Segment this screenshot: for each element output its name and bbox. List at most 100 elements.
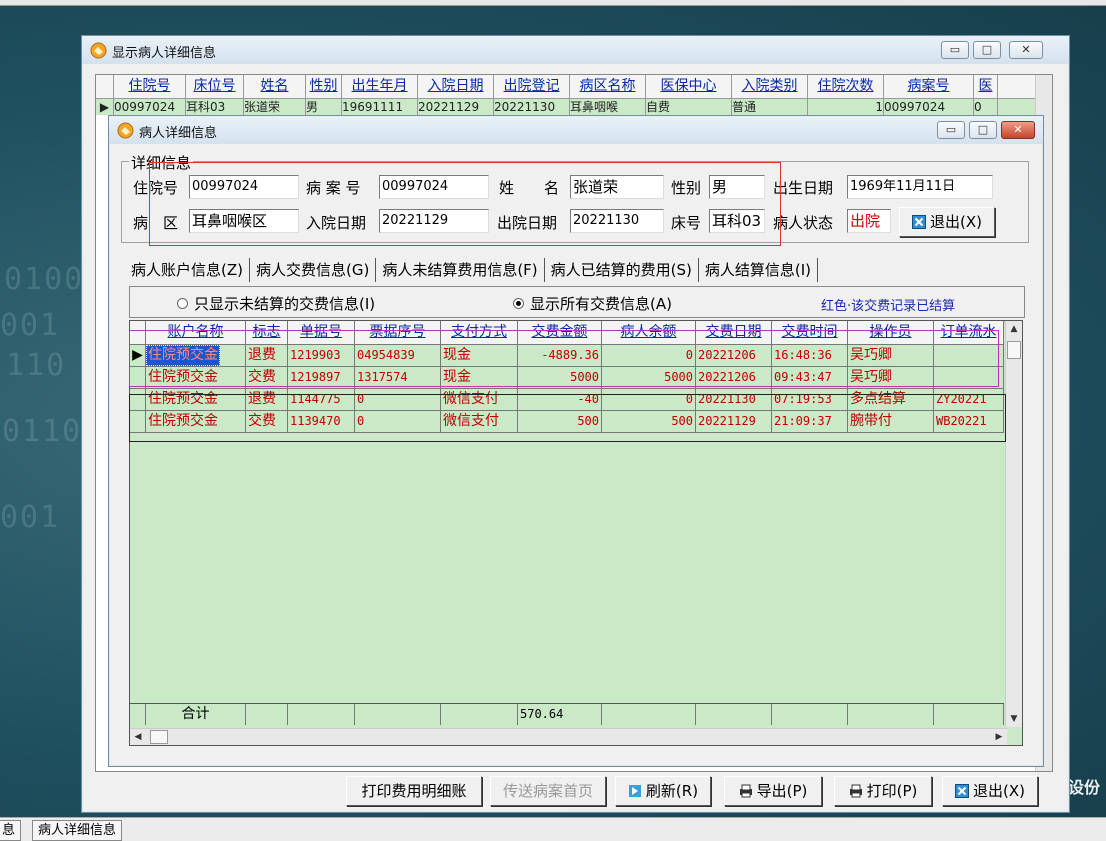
column-header[interactable]: 入院类别 [732,75,808,98]
send-case-button[interactable]: 传送病案首页 [490,776,606,806]
app-icon [90,42,107,59]
scroll-left-icon[interactable]: ◀ [130,729,146,745]
payment-grid-hscroll[interactable]: ◀ ▶ [130,728,1007,745]
maximize-button[interactable]: □ [973,41,1001,59]
top-window-edge [0,0,1106,6]
column-header[interactable]: 支付方式 [441,321,518,344]
radio-unsettled-only[interactable]: 只显示未结算的交费信息(I) [177,293,375,314]
column-header[interactable]: 出生年月 [342,75,418,98]
scroll-thumb[interactable] [1007,341,1021,359]
tab-account-info[interactable]: 病人账户信息(Z) [125,258,250,282]
column-header[interactable]: 入院日期 [418,75,494,98]
minimize-button[interactable]: ▭ [937,121,965,139]
ward-label: 病 区 [133,214,179,232]
scroll-down-icon[interactable]: ▼ [1006,711,1022,727]
scroll-up-icon[interactable]: ▲ [1006,321,1022,337]
inpatient-no-field[interactable]: 00997024 [189,175,299,199]
exit-button[interactable]: 退出(X) [942,776,1038,806]
tab-settlement-info[interactable]: 病人结算信息(I) [699,258,819,282]
column-header[interactable]: 交费金额 [518,321,602,344]
column-header[interactable]: 标志 [246,321,288,344]
tab-bar: 病人账户信息(Z) 病人交费信息(G) 病人未结算费用信息(F) 病人已结算的费… [125,258,819,282]
payment-grid[interactable]: 账户名称 标志 单据号 票据序号 支付方式 交费金额 病人余额 交费日期 交费时… [129,320,1023,746]
refresh-icon [628,785,641,797]
background-decoration: 110 [6,348,67,383]
total-label: 合计 [146,704,246,725]
settled-legend-note: 红色·该交费记录已结算 [821,299,956,314]
refresh-button[interactable]: 刷新(R) [615,776,711,806]
column-header[interactable]: 交费时间 [772,321,848,344]
column-header[interactable]: 姓名 [244,75,306,98]
dialog-title: 病人详细信息 [139,126,218,141]
column-header[interactable]: 票据序号 [355,321,441,344]
print-detail-button[interactable]: 打印费用明细账 [346,776,482,806]
background-decoration: 001 [0,500,61,535]
export-button[interactable]: 导出(P) [724,776,822,806]
birth-field[interactable]: 1969年11月11日 [847,175,993,199]
discharge-date-label: 出院日期 [497,214,558,232]
desktop-side-text: 设份 [1068,778,1101,797]
tab-settled-fees[interactable]: 病人已结算的费用(S) [545,258,699,282]
name-field[interactable]: 张道荣 [570,175,664,199]
name-label: 姓 名 [499,179,560,197]
row-indicator-icon: ▶ [96,99,114,115]
scroll-thumb[interactable] [150,730,168,744]
column-header[interactable]: 病人余额 [602,321,696,344]
patient-list-row[interactable]: ▶ 00997024 耳科03 张道荣 男 19691111 20221129 … [96,99,1040,115]
column-header[interactable]: 医保中心 [646,75,732,98]
patient-detail-dialog[interactable]: 病人详细信息 ▭ □ ✕ 详细信息 住院号 00997024 病 案 号 009… [108,115,1044,767]
payment-row[interactable]: 住院预交金 交费 1219897 1317574 现金 5000 5000 20… [130,367,1004,389]
outer-window-title: 显示病人详细信息 [112,46,217,61]
payment-row[interactable]: ▶ 住院预交金 退费 1219903 04954839 现金 -4889.36 … [130,345,1004,367]
column-header[interactable]: 病案号 [884,75,974,98]
maximize-button[interactable]: □ [969,121,997,139]
background-decoration: 001 [0,308,61,343]
admit-date-field[interactable]: 20221129 [379,209,489,233]
column-header[interactable]: 住院号 [114,75,186,98]
gender-label: 性别 [671,179,702,197]
column-header[interactable]: 病区名称 [570,75,646,98]
inpatient-no-label: 住院号 [133,179,179,197]
payment-grid-vscroll[interactable]: ▲ ▼ [1005,321,1022,727]
discharge-date-field[interactable]: 20221130 [570,209,664,233]
exit-icon [955,784,969,798]
radio-all-payments[interactable]: 显示所有交费信息(A) [513,293,672,314]
taskbar-item[interactable]: 息 [0,820,22,841]
exit-icon [912,215,926,229]
dialog-titlebar[interactable]: 病人详细信息 ▭ □ ✕ [109,116,1043,144]
exit-top-button[interactable]: 退出(X) [899,207,995,237]
minimize-button[interactable]: ▭ [941,41,969,59]
column-header[interactable]: 订单流水 [934,321,1004,344]
row-indicator-icon: ▶ [130,345,146,367]
print-button[interactable]: 打印(P) [834,776,932,806]
background-decoration: 0110 [2,414,83,449]
tab-unsettled-fees[interactable]: 病人未结算费用信息(F) [376,258,545,282]
outer-titlebar[interactable]: 显示病人详细信息 ▭ □ ✕ [82,36,1069,64]
column-header[interactable]: 住院次数 [808,75,884,98]
payment-grid-header: 账户名称 标志 单据号 票据序号 支付方式 交费金额 病人余额 交费日期 交费时… [130,321,1004,345]
tab-payment-info[interactable]: 病人交费信息(G) [249,258,377,282]
case-no-field[interactable]: 00997024 [379,175,489,199]
printer-icon [739,784,752,798]
ward-field[interactable]: 耳鼻咽喉区 [189,209,299,233]
bed-field[interactable]: 耳科03 [709,209,765,233]
close-button[interactable]: ✕ [1001,121,1035,139]
status-field[interactable]: 出院 [847,209,891,233]
column-header[interactable]: 医 [974,75,998,98]
column-header[interactable]: 床位号 [186,75,244,98]
column-header[interactable]: 出院登记 [494,75,570,98]
printer-icon [849,784,862,798]
column-header[interactable]: 账户名称 [146,321,246,344]
taskbar-item-patient-detail[interactable]: 病人详细信息 [32,820,123,841]
payment-row[interactable]: 住院预交金 交费 1139470 0 微信支付 500 500 20221129… [130,411,1004,433]
scroll-right-icon[interactable]: ▶ [991,729,1007,745]
admit-date-label: 入院日期 [306,214,367,232]
column-header[interactable]: 单据号 [288,321,355,344]
column-header[interactable]: 操作员 [848,321,934,344]
payment-row[interactable]: 住院预交金 退费 1144775 0 微信支付 -40 0 20221130 0… [130,389,1004,411]
column-header[interactable]: 性别 [306,75,342,98]
app-icon [117,122,134,139]
column-header[interactable]: 交费日期 [696,321,772,344]
close-button[interactable]: ✕ [1009,41,1043,59]
gender-field[interactable]: 男 [709,175,765,199]
